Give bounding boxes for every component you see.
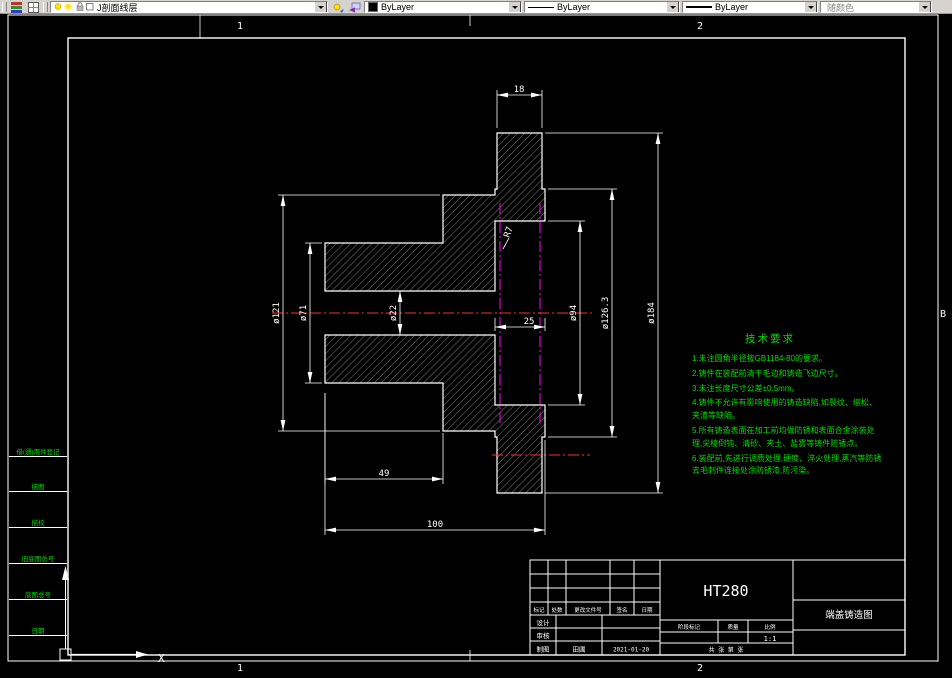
label-sheets: 共 张 第 张 (709, 646, 744, 654)
label-design: 设计 (537, 618, 551, 627)
label-draft: 制图 (537, 645, 550, 654)
bulb-icon (54, 3, 62, 10)
dim-label: ø71 (299, 305, 309, 321)
drawing-name: 端盖铸造图 (825, 609, 873, 621)
dim-label: 25 (524, 317, 535, 327)
toolbar-grip[interactable] (43, 2, 48, 12)
plotstyle-dropdown-button[interactable] (918, 2, 931, 12)
tech-req-item: 4.铸件不允许有影响使用的铸造缺陷,如裂纹、缩松、夹渣等缺陷。 (692, 398, 877, 421)
current-lineweight: ByLayer (715, 2, 749, 12)
technical-requirements: 技术要求 1.未注圆角半径按GB1184-80的要求。 2.铸件在装配前清干毛边… (692, 331, 884, 480)
zone-number: 2 (697, 663, 703, 674)
dim-label: 18 (514, 85, 525, 95)
tech-req-item: 3.未注长度尺寸公差±0.5mm。 (692, 383, 800, 393)
lineweight-dropdown-button[interactable] (804, 2, 817, 12)
part-section-upper[interactable] (324, 132, 546, 292)
dim-25[interactable]: 25 (494, 317, 546, 331)
tech-req-item: 1.未注圆角半径按GB1184-80的要求。 (692, 354, 827, 363)
tech-req-title: 技术要求 (745, 333, 795, 345)
color-combo[interactable]: ByLayer (364, 1, 522, 13)
linetype-dropdown-button[interactable] (666, 2, 679, 12)
lineweight-combo[interactable]: ByLayer (682, 1, 818, 13)
zone-number: 1 (237, 663, 243, 674)
color-dropdown-button[interactable] (508, 2, 521, 12)
layer-states-button[interactable] (26, 1, 41, 13)
layers-icon (10, 1, 22, 13)
material-value: HT280 (703, 582, 748, 600)
part-section-lower[interactable] (324, 334, 546, 494)
dim-label: ø126.3 (601, 297, 611, 330)
lock-icon (76, 2, 84, 11)
label-mark: 标记 (533, 606, 545, 614)
margin-field-trace-check: 描校 (9, 515, 67, 528)
zone-letter: B (940, 309, 946, 320)
current-plotstyle: 随颜色 (827, 2, 855, 13)
make-object-layer-current-button[interactable] (330, 1, 345, 13)
toolbar-grip[interactable] (2, 2, 7, 12)
dim-label: R7 (503, 226, 516, 240)
label-scale: 比例 (764, 623, 776, 631)
autocad-window: 1 2 1 2 B 18 ø121 ø71 ø22 ø94 ø126.3 ø18… (0, 0, 952, 678)
margin-field-borrow: 借(通)用件登记 (9, 444, 67, 457)
zone-number: 2 (697, 21, 703, 32)
make-current-icon (333, 3, 344, 13)
linetype-sample (528, 6, 554, 8)
margin-field-old-base-no: 旧底图总号 (9, 551, 67, 564)
label-date: 日期 (641, 607, 653, 614)
margin-field-trace: 描图 (9, 479, 67, 492)
date-value: 2021-01-20 (613, 647, 650, 654)
linetype-combo[interactable]: ByLayer (524, 1, 680, 13)
tech-req-item: 6.装配前,先进行调质处理,硬度、淬火处理,蒸汽等防锈去毛刺件连接处涂防锈漆,防… (692, 453, 882, 476)
layer-state-icon (27, 1, 39, 13)
dim-label: ø94 (569, 305, 579, 321)
dim-label: 49 (379, 469, 390, 479)
label-review: 审核 (537, 631, 551, 640)
dim-49[interactable]: 49 (324, 393, 444, 484)
plotstyle-combo[interactable]: 随颜色 (820, 1, 932, 13)
label-weight: 质量 (727, 623, 739, 631)
ucs-icon: X (59, 566, 165, 665)
layer-combo[interactable]: J剖面线层 (50, 1, 328, 13)
drafter-name: 田圃 (573, 646, 586, 654)
layer-state-glyphs (54, 2, 94, 11)
lineweight-sample (686, 6, 712, 8)
dim-label: ø121 (272, 302, 282, 324)
zone-number: 1 (237, 21, 243, 32)
layer-color-chip (86, 3, 94, 11)
layer-previous-button[interactable] (347, 1, 362, 13)
dim-18[interactable]: 18 (496, 85, 543, 128)
current-linetype: ByLayer (557, 2, 591, 12)
current-layer-name: J剖面线层 (97, 2, 138, 13)
label-stage: 阶段标记 (678, 623, 701, 631)
x-axis-arrow (136, 651, 148, 658)
tech-req-item: 5.所有铸造表面在加工前均做防锈和表面合金涂装处理,尖棱倒钝、清砂、夹土、盐雾等… (692, 425, 875, 448)
current-color: ByLayer (381, 2, 415, 12)
dim-label: ø22 (389, 305, 399, 321)
x-axis-label: X (158, 652, 165, 665)
tech-req-item: 2.铸件在装配前清干毛边和铸造飞边尺寸。 (692, 368, 843, 378)
dim-label: ø184 (647, 302, 657, 324)
margin-field-base-no: 底图总号 (9, 587, 67, 600)
margin-field-date: 日期 (9, 623, 67, 636)
dim-22[interactable]: ø22 (389, 291, 403, 335)
dim-label: 100 (427, 520, 443, 530)
object-properties-toolbar: J剖面线层 ByLayer ByLayer ByLayer 随颜色 (0, 0, 952, 14)
layer-properties-manager-button[interactable] (9, 1, 24, 13)
radius-callout[interactable]: R7 (503, 226, 516, 250)
layer-dropdown-button[interactable] (314, 2, 327, 12)
layer-previous-icon (348, 2, 360, 12)
scale-value: 1:1 (764, 635, 777, 643)
label-count: 处数 (551, 606, 563, 614)
label-change-doc: 更改文件号 (574, 606, 602, 614)
current-color-chip (368, 2, 378, 12)
label-sign: 签名 (616, 606, 627, 614)
